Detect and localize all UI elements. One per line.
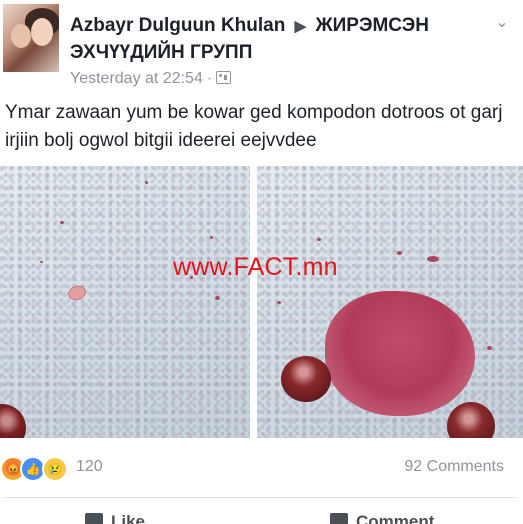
cherry [281,356,331,402]
right-arrow-icon: ▶ [294,18,307,35]
cherry-kernel [66,283,88,303]
stain-speck [487,346,492,350]
reaction-count[interactable]: 120 [76,458,103,476]
author-line: Azbayr Dulguun Khulan ▶ ЖИРЭМСЭН ЭХЧҮҮДИ… [70,13,480,66]
stain-speck [427,256,439,262]
post-meta: Yesterday at 22:54 · [70,70,232,88]
stain-speck [215,296,220,300]
group-audience-icon[interactable] [216,71,232,84]
reaction-bar: 😡 👍 😢 120 92 Comments [0,450,523,486]
comments-count[interactable]: 92 Comments [404,458,504,476]
post-actions: Like Comment [0,498,523,524]
avatar-face [11,24,31,48]
stain-speck [60,221,64,224]
sad-reaction-icon[interactable]: 😢 [42,456,68,482]
author-avatar[interactable] [3,4,59,72]
watermark-text: www.FACT.mn [173,253,338,281]
post-text: Ymar zawaan yum be kowar ged kompodon do… [5,102,503,151]
cherry [447,402,495,438]
comment-button[interactable]: Comment [330,512,434,524]
stain-speck [277,301,281,304]
comment-bubble-icon [330,513,348,524]
stain-speck [145,181,148,184]
stain-speck [397,251,402,255]
post-timestamp[interactable]: Yesterday at 22:54 [70,70,203,87]
post-header: Azbayr Dulguun Khulan ▶ ЖИРЭМСЭН ЭХЧҮҮДИ… [0,0,523,92]
photo-right[interactable] [257,166,523,438]
thumbs-up-icon [85,513,103,524]
chevron-down-icon[interactable]: ⌄ [493,14,511,32]
photo-left[interactable] [0,166,250,438]
comment-label: Comment [356,512,435,524]
like-label: Like [111,512,146,524]
post-photos [0,166,523,438]
cherry-juice-stain [325,291,475,416]
stain-speck [317,238,321,241]
author-name[interactable]: Azbayr Dulguun Khulan [70,15,285,36]
cherry [0,404,26,438]
stain-speck [40,261,43,263]
avatar-face [31,18,53,46]
meta-separator: · [206,70,213,87]
stain-speck [210,236,213,239]
like-button[interactable]: Like [85,512,145,524]
